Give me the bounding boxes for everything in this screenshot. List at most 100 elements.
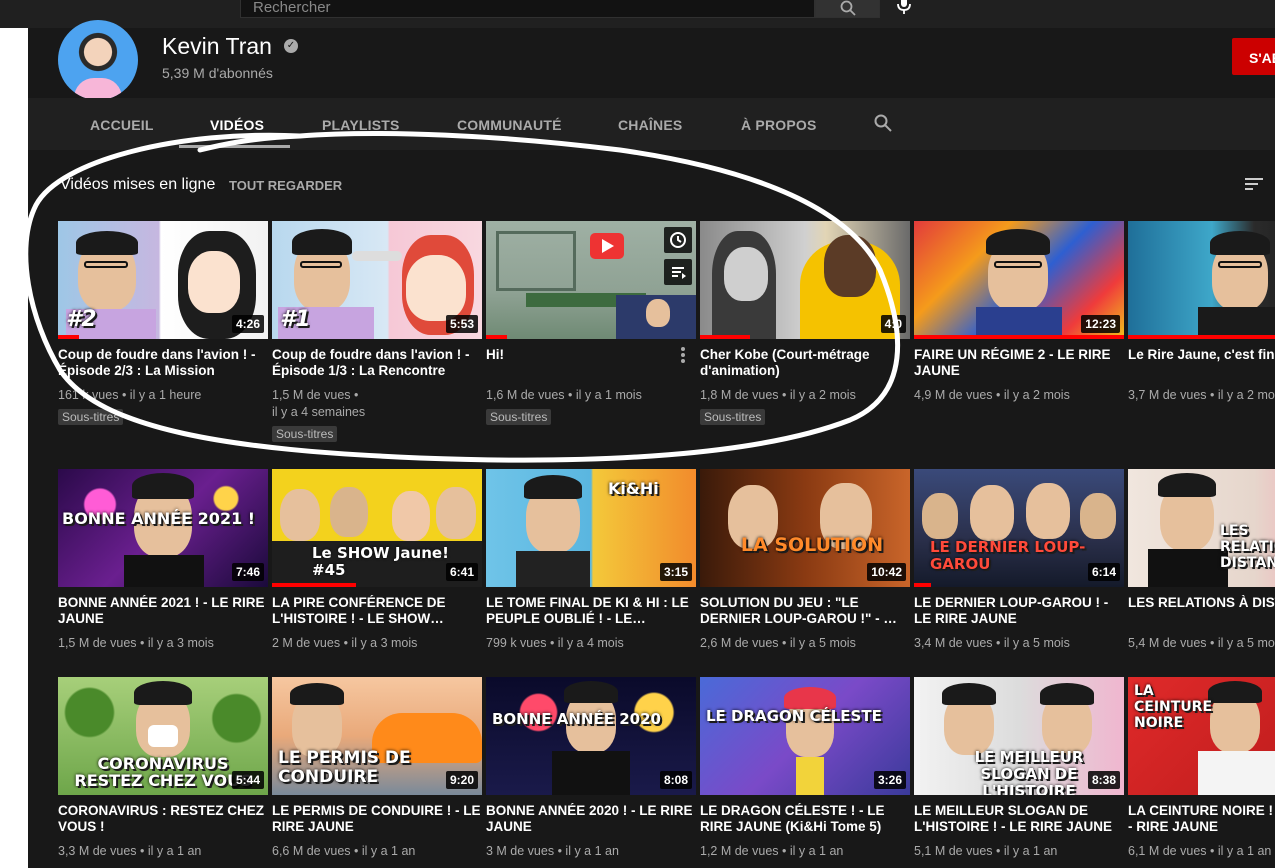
video-thumbnail[interactable] — [1128, 221, 1275, 339]
thumbnail-text: LE DRAGON CÉLESTE — [706, 707, 882, 725]
video-duration: 3:15 — [659, 563, 692, 581]
video-card[interactable]: CORONAVIRUS RESTEZ CHEZ VOUS 5:44 CORONA… — [58, 677, 268, 860]
video-meta: 161 k vues • il y a 1 heure — [58, 388, 202, 402]
video-card[interactable]: #2 4:26 Coup de foudre dans l'avion ! - … — [58, 221, 268, 426]
video-title[interactable]: Coup de foudre dans l'avion ! - Épisode … — [58, 347, 268, 379]
video-title[interactable]: SOLUTION DU JEU : "LE DERNIER LOUP-GAROU… — [700, 595, 910, 627]
video-title[interactable]: Coup de foudre dans l'avion ! - Épisode … — [272, 347, 482, 379]
video-card[interactable]: #1 5:53 Coup de foudre dans l'avion ! - … — [272, 221, 482, 443]
watch-progress-bar — [272, 583, 356, 587]
video-thumbnail[interactable]: #1 5:53 — [272, 221, 482, 339]
tab-accueil[interactable]: ACCUEIL — [90, 117, 154, 133]
video-thumbnail[interactable]: LE DRAGON CÉLESTE 3:26 — [700, 677, 910, 795]
video-views: 5,4 M de vues — [1128, 636, 1207, 650]
video-title[interactable]: LE MEILLEUR SLOGAN DE L'HISTOIRE ! - LE … — [914, 803, 1124, 835]
watch-progress-bar — [700, 335, 750, 339]
add-to-queue-icon[interactable] — [664, 259, 692, 285]
video-card[interactable]: Le Rire Jaune, c'est fini 3,7 M de vues … — [1128, 221, 1275, 404]
video-thumbnail[interactable]: #2 4:26 — [58, 221, 268, 339]
video-views: 3,7 M de vues — [1128, 388, 1207, 402]
video-duration: 3:26 — [873, 771, 906, 789]
video-card[interactable]: LE DRAGON CÉLESTE 3:26 LE DRAGON CÉLESTE… — [700, 677, 910, 860]
watch-later-icon[interactable] — [664, 227, 692, 253]
video-thumbnail[interactable]: BONNE ANNÉE 2020 8:08 — [486, 677, 696, 795]
video-views: 6,1 M de vues — [1128, 844, 1207, 858]
video-age: il y a 1 mois — [575, 388, 642, 402]
video-title[interactable]: LE DRAGON CÉLESTE ! - LE RIRE JAUNE (Ki&… — [700, 803, 910, 835]
tab-videos[interactable]: VIDÉOS — [210, 117, 264, 133]
video-views: 1,8 M de vues — [700, 388, 779, 402]
video-thumbnail[interactable]: Ki&Hi 3:15 — [486, 469, 696, 587]
more-options-icon[interactable] — [680, 346, 686, 364]
video-title[interactable]: LA PIRE CONFÉRENCE DE L'HISTOIRE ! - LE … — [272, 595, 482, 627]
video-card[interactable]: Le SHOW Jaune! #45 6:41 LA PIRE CONFÉREN… — [272, 469, 482, 652]
video-title[interactable]: LE PERMIS DE CONDUIRE ! - LE RIRE JAUNE — [272, 803, 482, 835]
video-title[interactable]: Cher Kobe (Court-métrage d'animation) — [700, 347, 910, 379]
video-title[interactable]: LES RELATIONS À DISTA - LE RIRE JAUNE — [1128, 595, 1275, 627]
video-meta: 6,1 M de vues • il y a 1 an — [1128, 844, 1272, 858]
video-meta: 1,6 M de vues • il y a 1 mois — [486, 388, 642, 402]
search-placeholder: Rechercher — [253, 0, 331, 16]
video-card[interactable]: 12:23 FAIRE UN RÉGIME 2 - LE RIRE JAUNE … — [914, 221, 1124, 404]
video-meta: 5,4 M de vues • il y a 5 mo — [1128, 636, 1275, 650]
subscribe-button[interactable]: S'AB — [1232, 38, 1275, 75]
masthead: Rechercher — [0, 0, 1275, 28]
video-views: 6,6 M de vues — [272, 844, 351, 858]
video-duration: 12:23 — [1081, 315, 1120, 333]
video-title[interactable]: CORONAVIRUS : RESTEZ CHEZ VOUS ! — [58, 803, 268, 835]
video-thumbnail[interactable]: LE DERNIER LOUP-GAROU 6:14 — [914, 469, 1124, 587]
video-card[interactable]: LE PERMIS DE CONDUIRE 9:20 LE PERMIS DE … — [272, 677, 482, 860]
video-title[interactable]: Hi! — [486, 347, 696, 379]
video-meta: 2 M de vues • il y a 3 mois — [272, 636, 418, 650]
tab-chaines[interactable]: CHAÎNES — [618, 117, 682, 133]
search-input[interactable]: Rechercher — [240, 0, 815, 18]
video-card[interactable]: LE DERNIER LOUP-GAROU 6:14 LE DERNIER LO… — [914, 469, 1124, 652]
search-button[interactable] — [815, 0, 880, 18]
video-card[interactable]: LA SOLUTION 10:42 SOLUTION DU JEU : "LE … — [700, 469, 910, 652]
microphone-button[interactable] — [895, 0, 913, 21]
video-title[interactable]: LE DERNIER LOUP-GAROU ! - LE RIRE JAUNE — [914, 595, 1124, 627]
tab-a-propos[interactable]: À PROPOS — [741, 117, 817, 133]
video-title[interactable]: Le Rire Jaune, c'est fini — [1128, 347, 1275, 379]
video-title[interactable]: LA CEINTURE NOIRE ! - RIRE JAUNE — [1128, 803, 1275, 835]
video-title[interactable]: BONNE ANNÉE 2021 ! - LE RIRE JAUNE — [58, 595, 268, 627]
channel-search-icon[interactable] — [874, 114, 892, 132]
video-card[interactable]: BONNE ANNÉE 2021 ! 7:46 BONNE ANNÉE 2021… — [58, 469, 268, 652]
video-views: 3,3 M de vues — [58, 844, 137, 858]
video-card[interactable]: LES RELATIONS À DISTANC LES RELATIONS À … — [1128, 469, 1275, 652]
tab-communaute[interactable]: COMMUNAUTÉ — [457, 117, 562, 133]
video-thumbnail[interactable]: CORONAVIRUS RESTEZ CHEZ VOUS 5:44 — [58, 677, 268, 795]
video-thumbnail[interactable]: 12:23 — [914, 221, 1124, 339]
video-thumbnail[interactable]: LA CEINTURE NOIRE — [1128, 677, 1275, 795]
video-card[interactable]: LA CEINTURE NOIRE LA CEINTURE NOIRE ! - … — [1128, 677, 1275, 860]
video-meta: 5,1 M de vues • il y a 1 an — [914, 844, 1058, 858]
video-thumbnail[interactable]: BONNE ANNÉE 2021 ! 7:46 — [58, 469, 268, 587]
video-thumbnail[interactable]: LA SOLUTION 10:42 — [700, 469, 910, 587]
video-title[interactable]: FAIRE UN RÉGIME 2 - LE RIRE JAUNE — [914, 347, 1124, 379]
video-card[interactable]: Ki&Hi 3:15 LE TOME FINAL DE KI & HI : LE… — [486, 469, 696, 652]
verified-check-icon: ✓ — [284, 39, 298, 53]
video-thumbnail[interactable]: Le SHOW Jaune! #45 6:41 — [272, 469, 482, 587]
video-card[interactable]: Hi! 1,6 M de vues • il y a 1 mois Sous-t… — [486, 221, 696, 426]
thumbnail-text: LA CEINTURE NOIRE — [1134, 683, 1213, 731]
video-title[interactable]: LE TOME FINAL DE KI & HI : LE PEUPLE OUB… — [486, 595, 696, 627]
video-card[interactable]: BONNE ANNÉE 2020 8:08 BONNE ANNÉE 2020 !… — [486, 677, 696, 860]
channel-avatar[interactable] — [58, 20, 138, 100]
video-thumbnail[interactable]: 4:0 — [700, 221, 910, 339]
video-meta: 1,8 M de vues • il y a 2 mois — [700, 388, 856, 402]
see-all-link[interactable]: TOUT REGARDER — [229, 178, 342, 193]
video-title[interactable]: BONNE ANNÉE 2020 ! - LE RIRE JAUNE — [486, 803, 696, 835]
video-meta: 6,6 M de vues • il y a 1 an — [272, 844, 416, 858]
tab-playlists[interactable]: PLAYLISTS — [322, 117, 400, 133]
video-thumbnail[interactable]: LES RELATIONS À DISTANC — [1128, 469, 1275, 587]
sort-icon[interactable] — [1245, 177, 1265, 191]
thumbnail-text: LE MEILLEUR SLOGAN DE L'HISTOIRE — [974, 748, 1084, 796]
watch-progress-bar — [1128, 335, 1275, 339]
video-thumbnail[interactable]: LE MEILLEUR SLOGAN DE L'HISTOIRE 8:38 — [914, 677, 1124, 795]
video-thumbnail[interactable]: LE PERMIS DE CONDUIRE 9:20 — [272, 677, 482, 795]
thumbnail-text: #1 — [280, 307, 311, 332]
video-duration: 6:41 — [445, 563, 478, 581]
video-views: 2,6 M de vues — [700, 636, 779, 650]
video-card[interactable]: 4:0 Cher Kobe (Court-métrage d'animation… — [700, 221, 910, 426]
video-card[interactable]: LE MEILLEUR SLOGAN DE L'HISTOIRE 8:38 LE… — [914, 677, 1124, 860]
